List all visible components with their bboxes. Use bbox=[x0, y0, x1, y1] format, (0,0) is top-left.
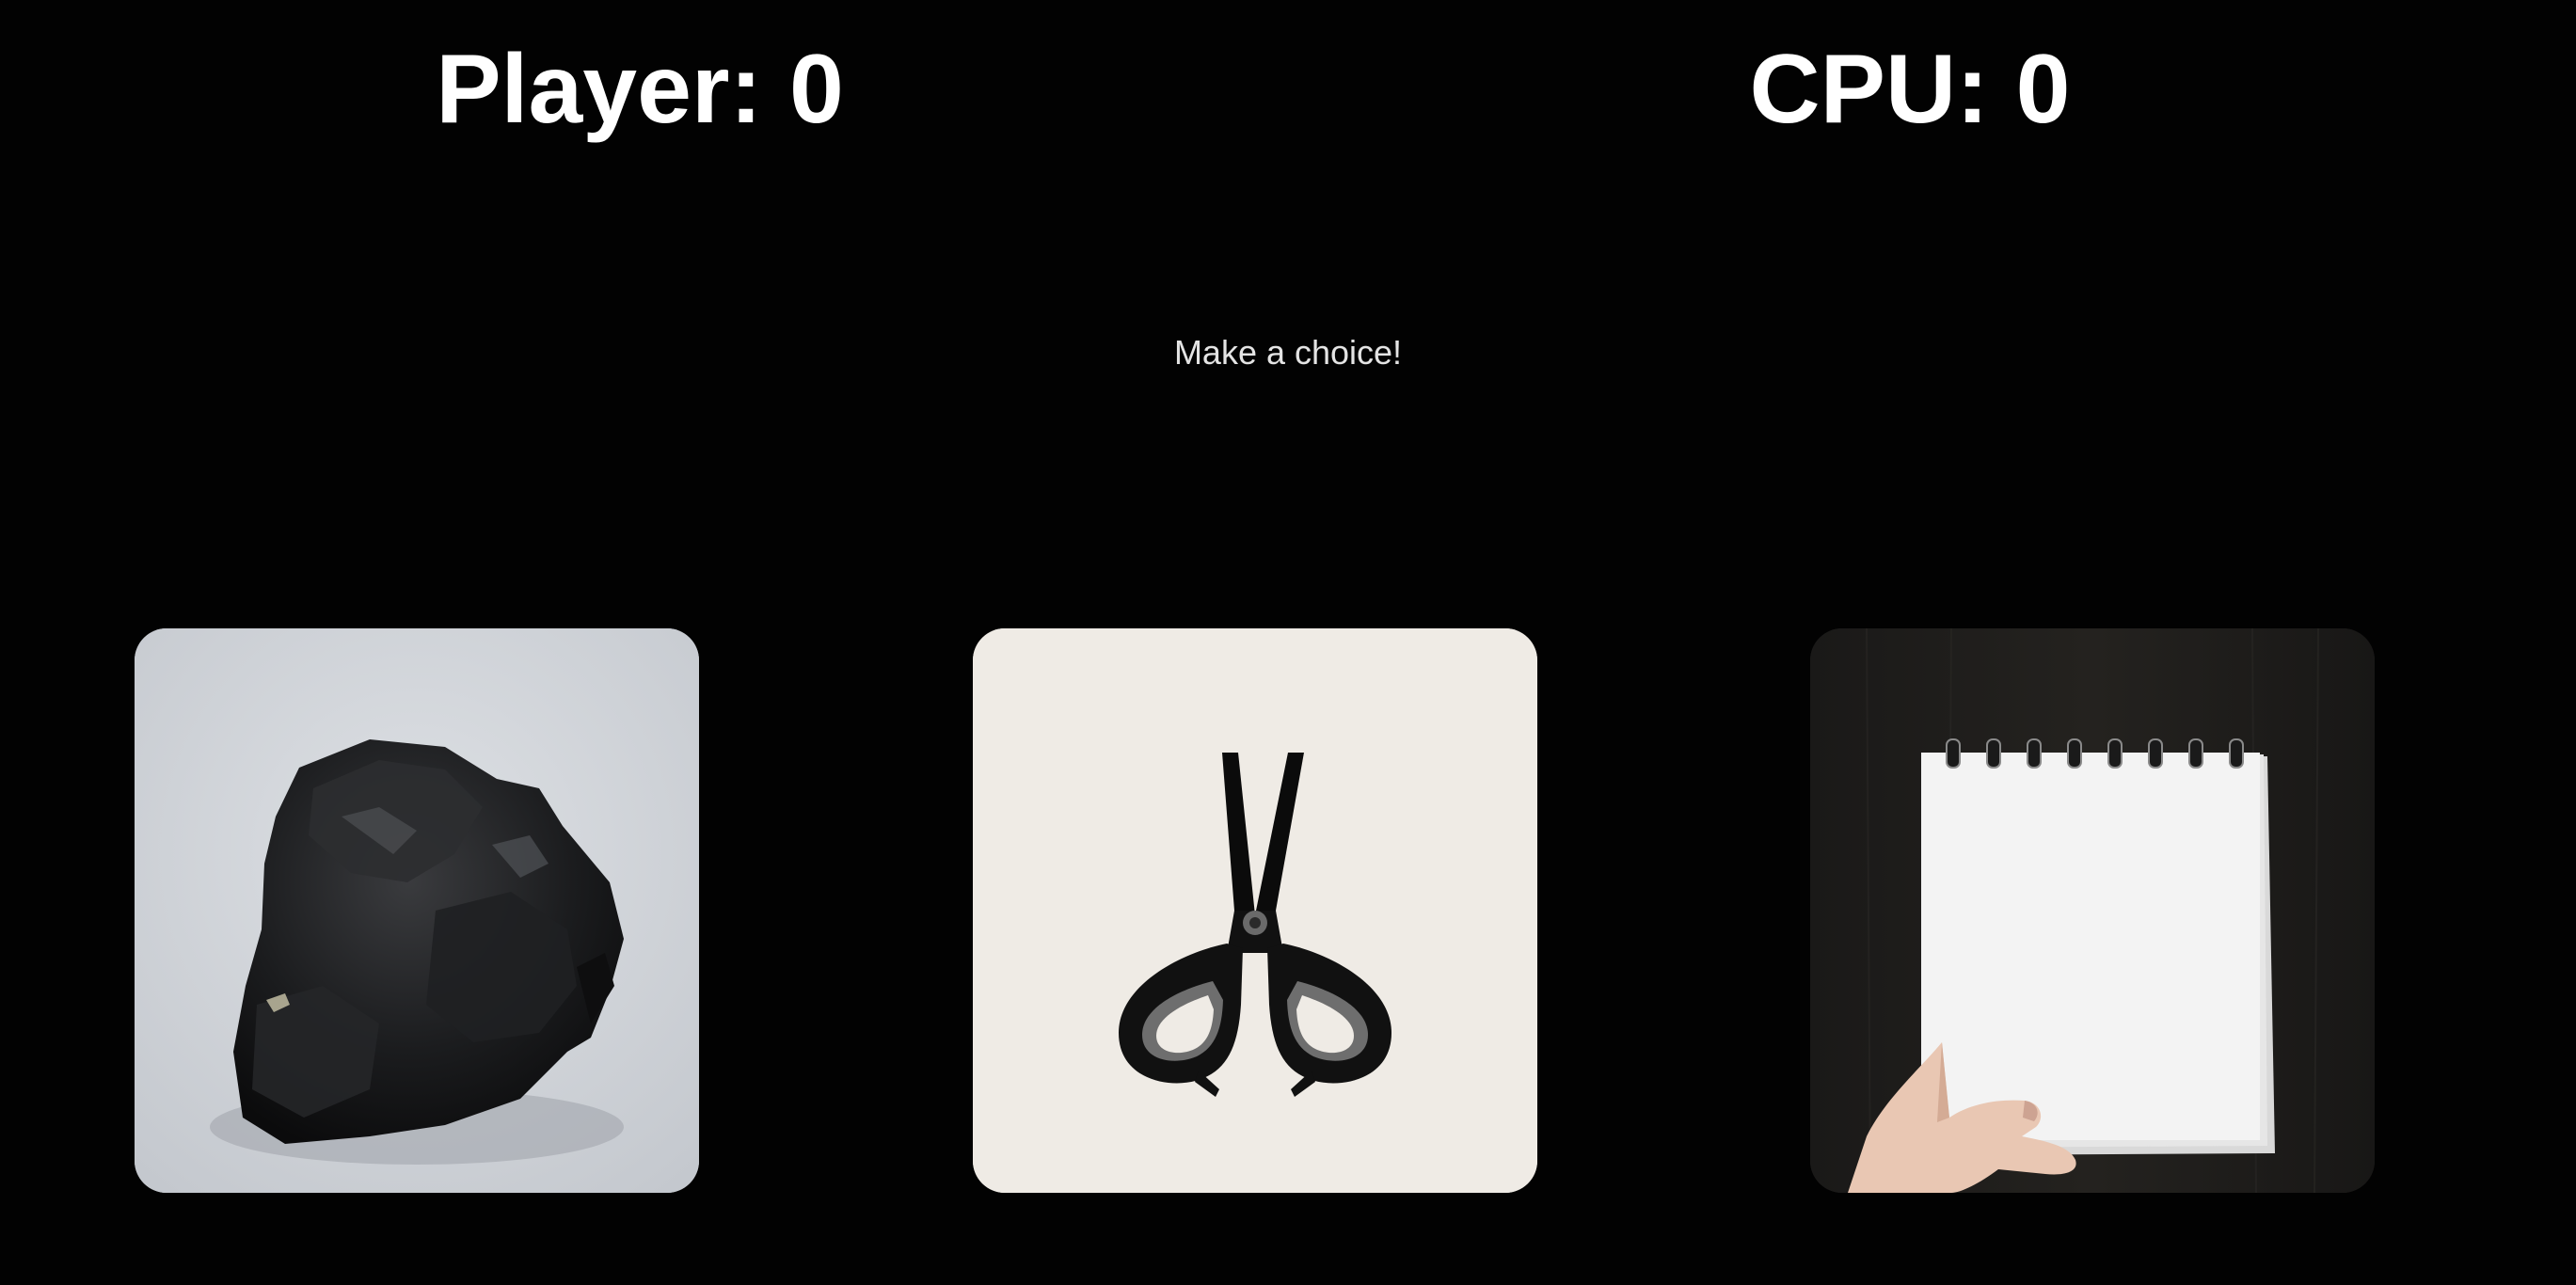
player-score: Player: 0 bbox=[436, 35, 844, 144]
game-screen: Player: 0 CPU: 0 Make a choice! bbox=[0, 0, 2576, 1285]
rock-choice-button[interactable] bbox=[135, 628, 699, 1193]
scissors-icon bbox=[973, 628, 1537, 1193]
paper-icon bbox=[1810, 628, 2375, 1193]
cpu-score: CPU: 0 bbox=[1749, 35, 2071, 144]
scissors-choice-button[interactable] bbox=[973, 628, 1537, 1193]
paper-choice-button[interactable] bbox=[1810, 628, 2375, 1193]
status-message: Make a choice! bbox=[1173, 333, 1403, 372]
rock-icon bbox=[135, 628, 699, 1193]
